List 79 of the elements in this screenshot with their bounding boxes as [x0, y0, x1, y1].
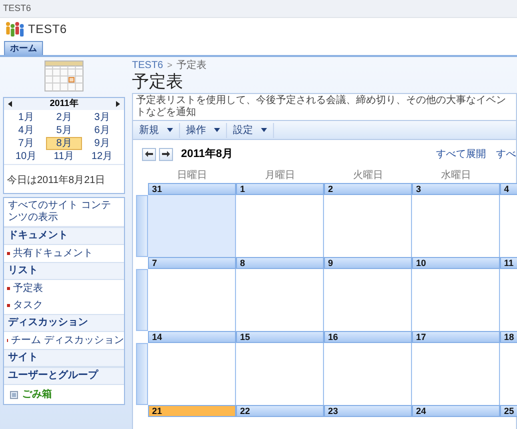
week-selector[interactable] — [136, 343, 148, 405]
trash-icon — [10, 390, 18, 399]
calendar-icon — [44, 60, 84, 94]
recycle-bin-link[interactable]: ごみ箱 — [22, 389, 52, 400]
people-logo-icon — [5, 21, 25, 37]
day-number[interactable]: 3 — [412, 183, 500, 195]
breadcrumb-current: 予定表 — [176, 58, 206, 73]
day-number[interactable]: 17 — [412, 331, 500, 343]
day-number[interactable]: 23 — [324, 405, 412, 417]
caret-icon — [167, 128, 173, 132]
month-item[interactable]: 6月 — [84, 124, 120, 137]
nav-heading[interactable]: サイト — [4, 349, 124, 367]
year-label: 2011年 — [50, 97, 78, 110]
window-title: TEST6 — [3, 2, 32, 15]
caret-icon — [261, 128, 267, 132]
nav-item[interactable]: 共有ドキュメント — [13, 248, 93, 259]
nav-heading[interactable]: リスト — [4, 262, 124, 280]
month-item[interactable]: 2月 — [46, 111, 82, 124]
weekday-header: 月曜日 — [264, 169, 296, 183]
next-button[interactable] — [159, 148, 173, 160]
nav-item[interactable]: タスク — [13, 300, 43, 311]
day-number[interactable]: 7 — [148, 257, 236, 269]
month-item[interactable]: 5月 — [46, 124, 82, 137]
nav-heading[interactable]: ドキュメント — [4, 227, 124, 245]
day-number[interactable]: 22 — [236, 405, 324, 417]
nav-heading[interactable]: ディスカッション — [4, 314, 124, 332]
right-arrow-icon — [162, 151, 170, 157]
day-number[interactable]: 25 — [500, 405, 517, 417]
nav-link[interactable]: すべてのサイト コンテンツの表示 — [8, 200, 120, 224]
month-item[interactable]: 7月 — [8, 137, 44, 150]
day-number[interactable]: 8 — [236, 257, 324, 269]
week-selector[interactable] — [136, 269, 148, 331]
description-bar: 予定表リストを使用して、今後予定される会議、締め切り、その他の大事なイベントなどを通知 — [132, 93, 517, 121]
nav-tab[interactable]: ホーム — [4, 41, 43, 55]
expand-link[interactable]: すべ — [496, 146, 516, 162]
breadcrumb-link[interactable]: TEST6 — [132, 58, 164, 73]
day-number[interactable]: 11 — [500, 257, 517, 269]
page-title: 予定表 — [132, 71, 183, 94]
previous-button[interactable] — [142, 148, 156, 160]
week-selector[interactable] — [136, 195, 148, 257]
month-item[interactable]: 10月 — [8, 150, 44, 163]
day-number[interactable]: 4 — [500, 183, 517, 195]
month-item[interactable]: 11月 — [46, 150, 82, 163]
day-number[interactable]: 1 — [236, 183, 324, 195]
expand-link[interactable]: すべて展開 — [436, 146, 486, 162]
day-number[interactable]: 21 — [148, 405, 236, 417]
weekday-header: 火曜日 — [352, 168, 384, 183]
toolbar-menu-button[interactable]: 新規 — [133, 122, 180, 138]
day-number[interactable]: 16 — [324, 331, 412, 343]
site-title: TEST6 — [28, 21, 67, 38]
day-number[interactable]: 2 — [324, 183, 412, 195]
month-item[interactable]: 4月 — [8, 124, 44, 137]
next-year-icon[interactable] — [116, 101, 120, 107]
toolbar-menu-button[interactable]: 操作 — [180, 122, 227, 138]
month-item[interactable]: 3月 — [84, 111, 120, 124]
day-number[interactable]: 14 — [148, 331, 236, 343]
month-item[interactable]: 1月 — [8, 111, 44, 124]
month-item[interactable]: 8月 — [46, 137, 82, 150]
breadcrumb-separator: > — [167, 58, 172, 72]
day-number[interactable]: 10 — [412, 257, 500, 269]
weekday-header: 日曜日 — [176, 169, 208, 183]
month-title: 2011年8月 — [181, 146, 233, 162]
day-number[interactable]: 24 — [412, 405, 500, 417]
day-number[interactable]: 9 — [324, 257, 412, 269]
toolbar-menu-button[interactable]: 設定 — [227, 122, 274, 138]
today-label: 今日は2011年8月21日 — [7, 175, 106, 186]
weekday-header: 水曜日 — [440, 168, 472, 183]
left-arrow-icon — [145, 151, 153, 157]
day-number[interactable]: 31 — [148, 183, 236, 195]
month-item[interactable]: 12月 — [84, 150, 120, 163]
nav-item[interactable]: 予定表 — [13, 283, 43, 294]
month-item[interactable]: 9月 — [84, 137, 120, 150]
nav-item[interactable]: チーム ディスカッション — [11, 335, 124, 346]
day-number[interactable]: 15 — [236, 331, 324, 343]
previous-year-icon[interactable] — [8, 101, 12, 107]
caret-icon — [214, 128, 220, 132]
day-cell[interactable] — [148, 195, 236, 257]
nav-heading[interactable]: ユーザーとグループ — [4, 367, 124, 385]
day-number[interactable]: 18 — [500, 331, 517, 343]
